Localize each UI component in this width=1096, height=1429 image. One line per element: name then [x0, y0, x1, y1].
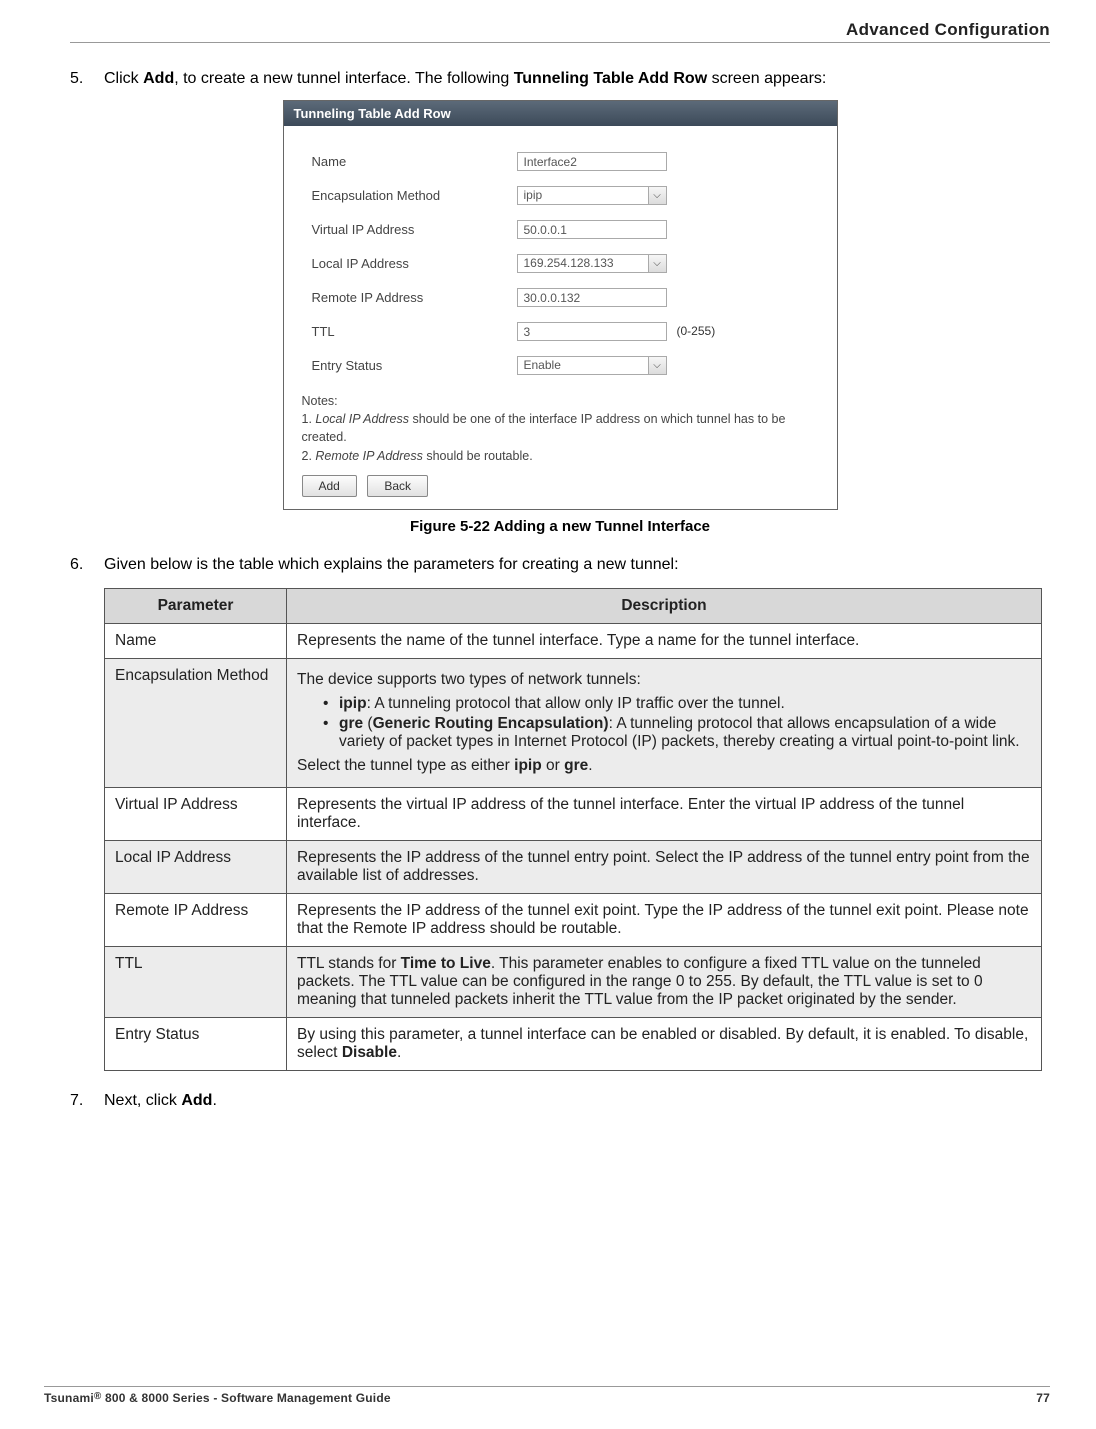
header-rule	[70, 42, 1050, 43]
note-item: 1. Local IP Address should be one of the…	[302, 410, 823, 446]
header-section: Advanced Configuration	[70, 20, 1050, 40]
encapsulation-method-select[interactable]: ipip⌵	[517, 186, 667, 205]
chevron-down-icon: ⌵	[648, 255, 666, 272]
form-row: NameInterface2	[312, 144, 823, 178]
field-label: Encapsulation Method	[312, 188, 517, 203]
param-header-description: Description	[287, 588, 1042, 623]
param-name: Local IP Address	[105, 840, 287, 893]
param-description: Represents the IP address of the tunnel …	[287, 893, 1042, 946]
param-description: Represents the IP address of the tunnel …	[287, 840, 1042, 893]
param-name: TTL	[105, 946, 287, 1017]
param-description: Represents the name of the tunnel interf…	[287, 623, 1042, 658]
tunneling-add-dialog: Tunneling Table Add Row NameInterface2En…	[283, 100, 838, 510]
remote-ip-address-input[interactable]: 30.0.0.132	[517, 288, 667, 307]
step-5-number: 5.	[70, 67, 92, 90]
entry-status-select[interactable]: Enable⌵	[517, 356, 667, 375]
ttl-input[interactable]: 3	[517, 322, 667, 341]
field-label: Remote IP Address	[312, 290, 517, 305]
step-6-number: 6.	[70, 553, 92, 576]
figure-caption: Figure 5-22 Adding a new Tunnel Interfac…	[70, 518, 1050, 535]
form-row: Encapsulation Methodipip⌵	[312, 178, 823, 212]
notes-heading: Notes:	[302, 392, 823, 410]
form-row: Entry StatusEnable⌵	[312, 348, 823, 382]
chevron-down-icon: ⌵	[648, 357, 666, 374]
form-row: TTL3 (0-255)	[312, 314, 823, 348]
field-label: Virtual IP Address	[312, 222, 517, 237]
step-7: 7. Next, click Add.	[70, 1089, 1050, 1112]
field-label: Local IP Address	[312, 256, 517, 271]
add-button[interactable]: Add	[302, 475, 357, 497]
param-description: TTL stands for Time to Live. This parame…	[287, 946, 1042, 1017]
form-row: Local IP Address169.254.128.133⌵	[312, 246, 823, 280]
select-value: Enable	[518, 357, 648, 374]
table-row: Encapsulation MethodThe device supports …	[105, 658, 1042, 787]
param-name: Remote IP Address	[105, 893, 287, 946]
step-7-number: 7.	[70, 1089, 92, 1112]
back-button[interactable]: Back	[367, 475, 428, 497]
dialog-body: NameInterface2Encapsulation Methodipip⌵V…	[284, 126, 837, 390]
step-7-text: Next, click Add.	[104, 1089, 1050, 1112]
param-header-parameter: Parameter	[105, 588, 287, 623]
table-row: Virtual IP AddressRepresents the virtual…	[105, 787, 1042, 840]
parameter-table: Parameter Description NameRepresents the…	[104, 588, 1042, 1071]
form-row: Virtual IP Address50.0.0.1	[312, 212, 823, 246]
dialog-notes: Notes: 1. Local IP Address should be one…	[284, 390, 837, 471]
virtual-ip-address-input[interactable]: 50.0.0.1	[517, 220, 667, 239]
param-name: Name	[105, 623, 287, 658]
table-row: Remote IP AddressRepresents the IP addre…	[105, 893, 1042, 946]
step-5: 5. Click Add, to create a new tunnel int…	[70, 67, 1050, 90]
param-description: Represents the virtual IP address of the…	[287, 787, 1042, 840]
table-row: TTLTTL stands for Time to Live. This par…	[105, 946, 1042, 1017]
param-name: Virtual IP Address	[105, 787, 287, 840]
param-name: Entry Status	[105, 1017, 287, 1070]
name-input[interactable]: Interface2	[517, 152, 667, 171]
local-ip-address-select[interactable]: 169.254.128.133⌵	[517, 254, 667, 273]
page-footer: Tsunami® 800 & 8000 Series - Software Ma…	[44, 1386, 1050, 1405]
field-label: TTL	[312, 324, 517, 339]
param-name: Encapsulation Method	[105, 658, 287, 787]
step-6-text: Given below is the table which explains …	[104, 553, 1050, 576]
form-row: Remote IP Address30.0.0.132	[312, 280, 823, 314]
note-item: 2. Remote IP Address should be routable.	[302, 447, 823, 465]
field-hint: (0-255)	[677, 324, 716, 338]
field-label: Name	[312, 154, 517, 169]
footer-page-number: 77	[1036, 1391, 1050, 1405]
select-value: 169.254.128.133	[518, 255, 648, 272]
param-description: The device supports two types of network…	[287, 658, 1042, 787]
step-6: 6. Given below is the table which explai…	[70, 553, 1050, 576]
footer-guide-name: Tsunami® 800 & 8000 Series - Software Ma…	[44, 1391, 391, 1405]
chevron-down-icon: ⌵	[648, 187, 666, 204]
param-description: By using this parameter, a tunnel interf…	[287, 1017, 1042, 1070]
field-label: Entry Status	[312, 358, 517, 373]
table-row: NameRepresents the name of the tunnel in…	[105, 623, 1042, 658]
dialog-title: Tunneling Table Add Row	[284, 101, 837, 126]
table-row: Local IP AddressRepresents the IP addres…	[105, 840, 1042, 893]
table-row: Entry StatusBy using this parameter, a t…	[105, 1017, 1042, 1070]
step-5-text: Click Add, to create a new tunnel interf…	[104, 67, 1050, 90]
select-value: ipip	[518, 187, 648, 204]
